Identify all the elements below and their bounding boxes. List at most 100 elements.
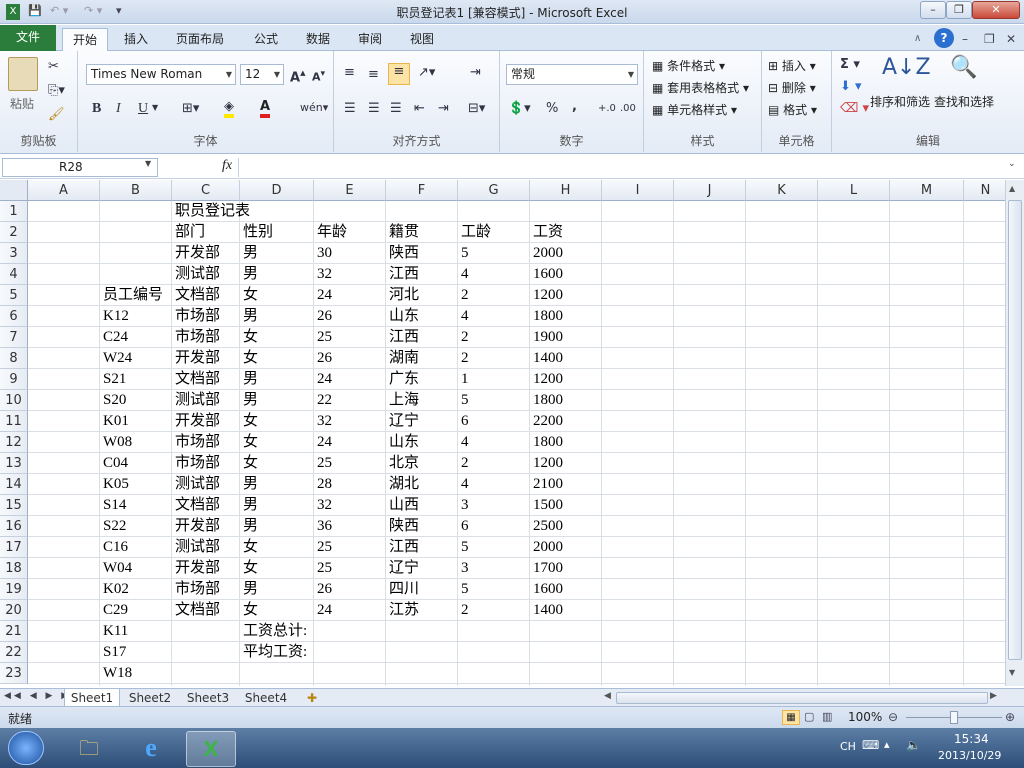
cell-D8[interactable]: 女: [240, 348, 258, 369]
row-header-21[interactable]: 21: [0, 621, 28, 642]
decrease-decimal-icon[interactable]: .00: [620, 103, 636, 114]
vertical-scrollbar[interactable]: ▲ ▼: [1005, 180, 1024, 686]
sheet-tab-3[interactable]: Sheet3: [180, 689, 236, 707]
explorer-icon[interactable]: 🗀: [64, 731, 114, 767]
cell-C2[interactable]: 部门: [172, 222, 205, 243]
cell-H14[interactable]: 2100: [530, 474, 563, 495]
column-header-F[interactable]: F: [386, 180, 458, 201]
chevron-down-icon[interactable]: ▼: [152, 103, 158, 112]
cell-B17[interactable]: C16: [100, 537, 128, 558]
vertical-scroll-thumb[interactable]: [1008, 200, 1022, 660]
row-header-23[interactable]: 23: [0, 663, 28, 684]
row-header-11[interactable]: 11: [0, 411, 28, 432]
cell-G2[interactable]: 工龄: [458, 222, 491, 243]
row-header-22[interactable]: 22: [0, 642, 28, 663]
row-header-2[interactable]: 2: [0, 222, 28, 243]
cell-H3[interactable]: 2000: [530, 243, 563, 264]
cell-C4[interactable]: 测试部: [172, 264, 220, 285]
cell-E12[interactable]: 24: [314, 432, 332, 453]
scroll-down-icon[interactable]: ▼: [1009, 668, 1015, 677]
cell-G6[interactable]: 4: [458, 306, 469, 327]
expand-formula-icon[interactable]: ⌄: [1008, 159, 1016, 169]
scroll-left-icon[interactable]: ◀: [604, 691, 611, 701]
cell-F14[interactable]: 湖北: [386, 474, 419, 495]
increase-decimal-icon[interactable]: +.0: [598, 103, 616, 114]
cell-G16[interactable]: 6: [458, 516, 469, 537]
row-header-10[interactable]: 10: [0, 390, 28, 411]
cell-D10[interactable]: 男: [240, 390, 258, 411]
cell-B10[interactable]: S20: [100, 390, 126, 411]
sheet-tab-1[interactable]: Sheet1: [64, 689, 120, 707]
copy-icon[interactable]: ⎘▾: [48, 83, 65, 98]
cell-C8[interactable]: 开发部: [172, 348, 220, 369]
row-header-15[interactable]: 15: [0, 495, 28, 516]
cell-C13[interactable]: 市场部: [172, 453, 220, 474]
cell-E8[interactable]: 26: [314, 348, 332, 369]
sheet-tab-4[interactable]: Sheet4: [238, 689, 294, 707]
cell-H5[interactable]: 1200: [530, 285, 563, 306]
cell-D2[interactable]: 性别: [240, 222, 273, 243]
cell-H15[interactable]: 1500: [530, 495, 563, 516]
chevron-down-icon[interactable]: ▼: [145, 159, 151, 168]
cell-D4[interactable]: 男: [240, 264, 258, 285]
clock-date[interactable]: 2013/10/29: [938, 749, 1001, 762]
worksheet-grid[interactable]: A B C D E F G H I J K L M N 1 2 3 4 5 6 7 8 9 10 11 12 13 14 15 16 17 1…: [0, 180, 1005, 686]
number-format-dropdown[interactable]: 常规 ▼: [506, 64, 638, 85]
cell-H4[interactable]: 1600: [530, 264, 563, 285]
workbook-restore-icon[interactable]: ❐: [984, 28, 995, 51]
fill-icon[interactable]: ⬇ ▾: [840, 79, 862, 94]
keyboard-icon[interactable]: ⌨: [862, 738, 879, 752]
align-center-icon[interactable]: ☰: [368, 101, 380, 116]
zoom-out-icon[interactable]: ⊖: [888, 710, 898, 724]
cell-G15[interactable]: 3: [458, 495, 469, 516]
cell-E16[interactable]: 36: [314, 516, 332, 537]
cell-D21[interactable]: 工资总计:: [240, 621, 307, 642]
cell-E20[interactable]: 24: [314, 600, 332, 621]
sort-filter-icon[interactable]: A↓Z: [882, 55, 931, 80]
cell-D16[interactable]: 男: [240, 516, 258, 537]
cell-styles-button[interactable]: ▦ 单元格样式 ▾: [652, 101, 737, 118]
cell-E4[interactable]: 32: [314, 264, 332, 285]
tab-file[interactable]: 文件: [0, 25, 56, 51]
cell-D20[interactable]: 女: [240, 600, 258, 621]
cell-H2[interactable]: 工资: [530, 222, 563, 243]
grow-font-icon[interactable]: A▴: [290, 66, 306, 85]
cell-H9[interactable]: 1200: [530, 369, 563, 390]
row-header-8[interactable]: 8: [0, 348, 28, 369]
find-select-icon[interactable]: 🔍: [950, 55, 977, 80]
column-header-K[interactable]: K: [746, 180, 818, 201]
cell-D5[interactable]: 女: [240, 285, 258, 306]
cell-F13[interactable]: 北京: [386, 453, 419, 474]
align-bottom-icon[interactable]: ≡: [388, 63, 410, 85]
column-header-I[interactable]: I: [602, 180, 674, 201]
cell-D13[interactable]: 女: [240, 453, 258, 474]
cell-B22[interactable]: S17: [100, 642, 126, 663]
cell-H6[interactable]: 1800: [530, 306, 563, 327]
cell-B20[interactable]: C29: [100, 600, 128, 621]
cell-C1[interactable]: 职员登记表: [172, 201, 250, 222]
cell-C5[interactable]: 文档部: [172, 285, 220, 306]
cell-C20[interactable]: 文档部: [172, 600, 220, 621]
row-header-7[interactable]: 7: [0, 327, 28, 348]
row-header-1[interactable]: 1: [0, 201, 28, 222]
cell-G8[interactable]: 2: [458, 348, 469, 369]
cell-B21[interactable]: K11: [100, 621, 128, 642]
currency-format-icon[interactable]: 💲▾: [508, 101, 531, 116]
cell-F20[interactable]: 江苏: [386, 600, 419, 621]
cell-B13[interactable]: C04: [100, 453, 128, 474]
tab-review[interactable]: 审阅: [348, 28, 392, 51]
cell-G9[interactable]: 1: [458, 369, 469, 390]
cell-C16[interactable]: 开发部: [172, 516, 220, 537]
cell-F10[interactable]: 上海: [386, 390, 419, 411]
tab-formulas[interactable]: 公式: [244, 28, 288, 51]
cell-C18[interactable]: 开发部: [172, 558, 220, 579]
cell-B6[interactable]: K12: [100, 306, 129, 327]
tray-expand-icon[interactable]: ▴: [884, 738, 890, 751]
cell-D19[interactable]: 男: [240, 579, 258, 600]
normal-view-icon[interactable]: ▦: [782, 710, 800, 725]
cell-F7[interactable]: 江西: [386, 327, 419, 348]
underline-button[interactable]: U: [138, 101, 148, 117]
cell-F5[interactable]: 河北: [386, 285, 419, 306]
cell-B7[interactable]: C24: [100, 327, 128, 348]
cell-H13[interactable]: 1200: [530, 453, 563, 474]
